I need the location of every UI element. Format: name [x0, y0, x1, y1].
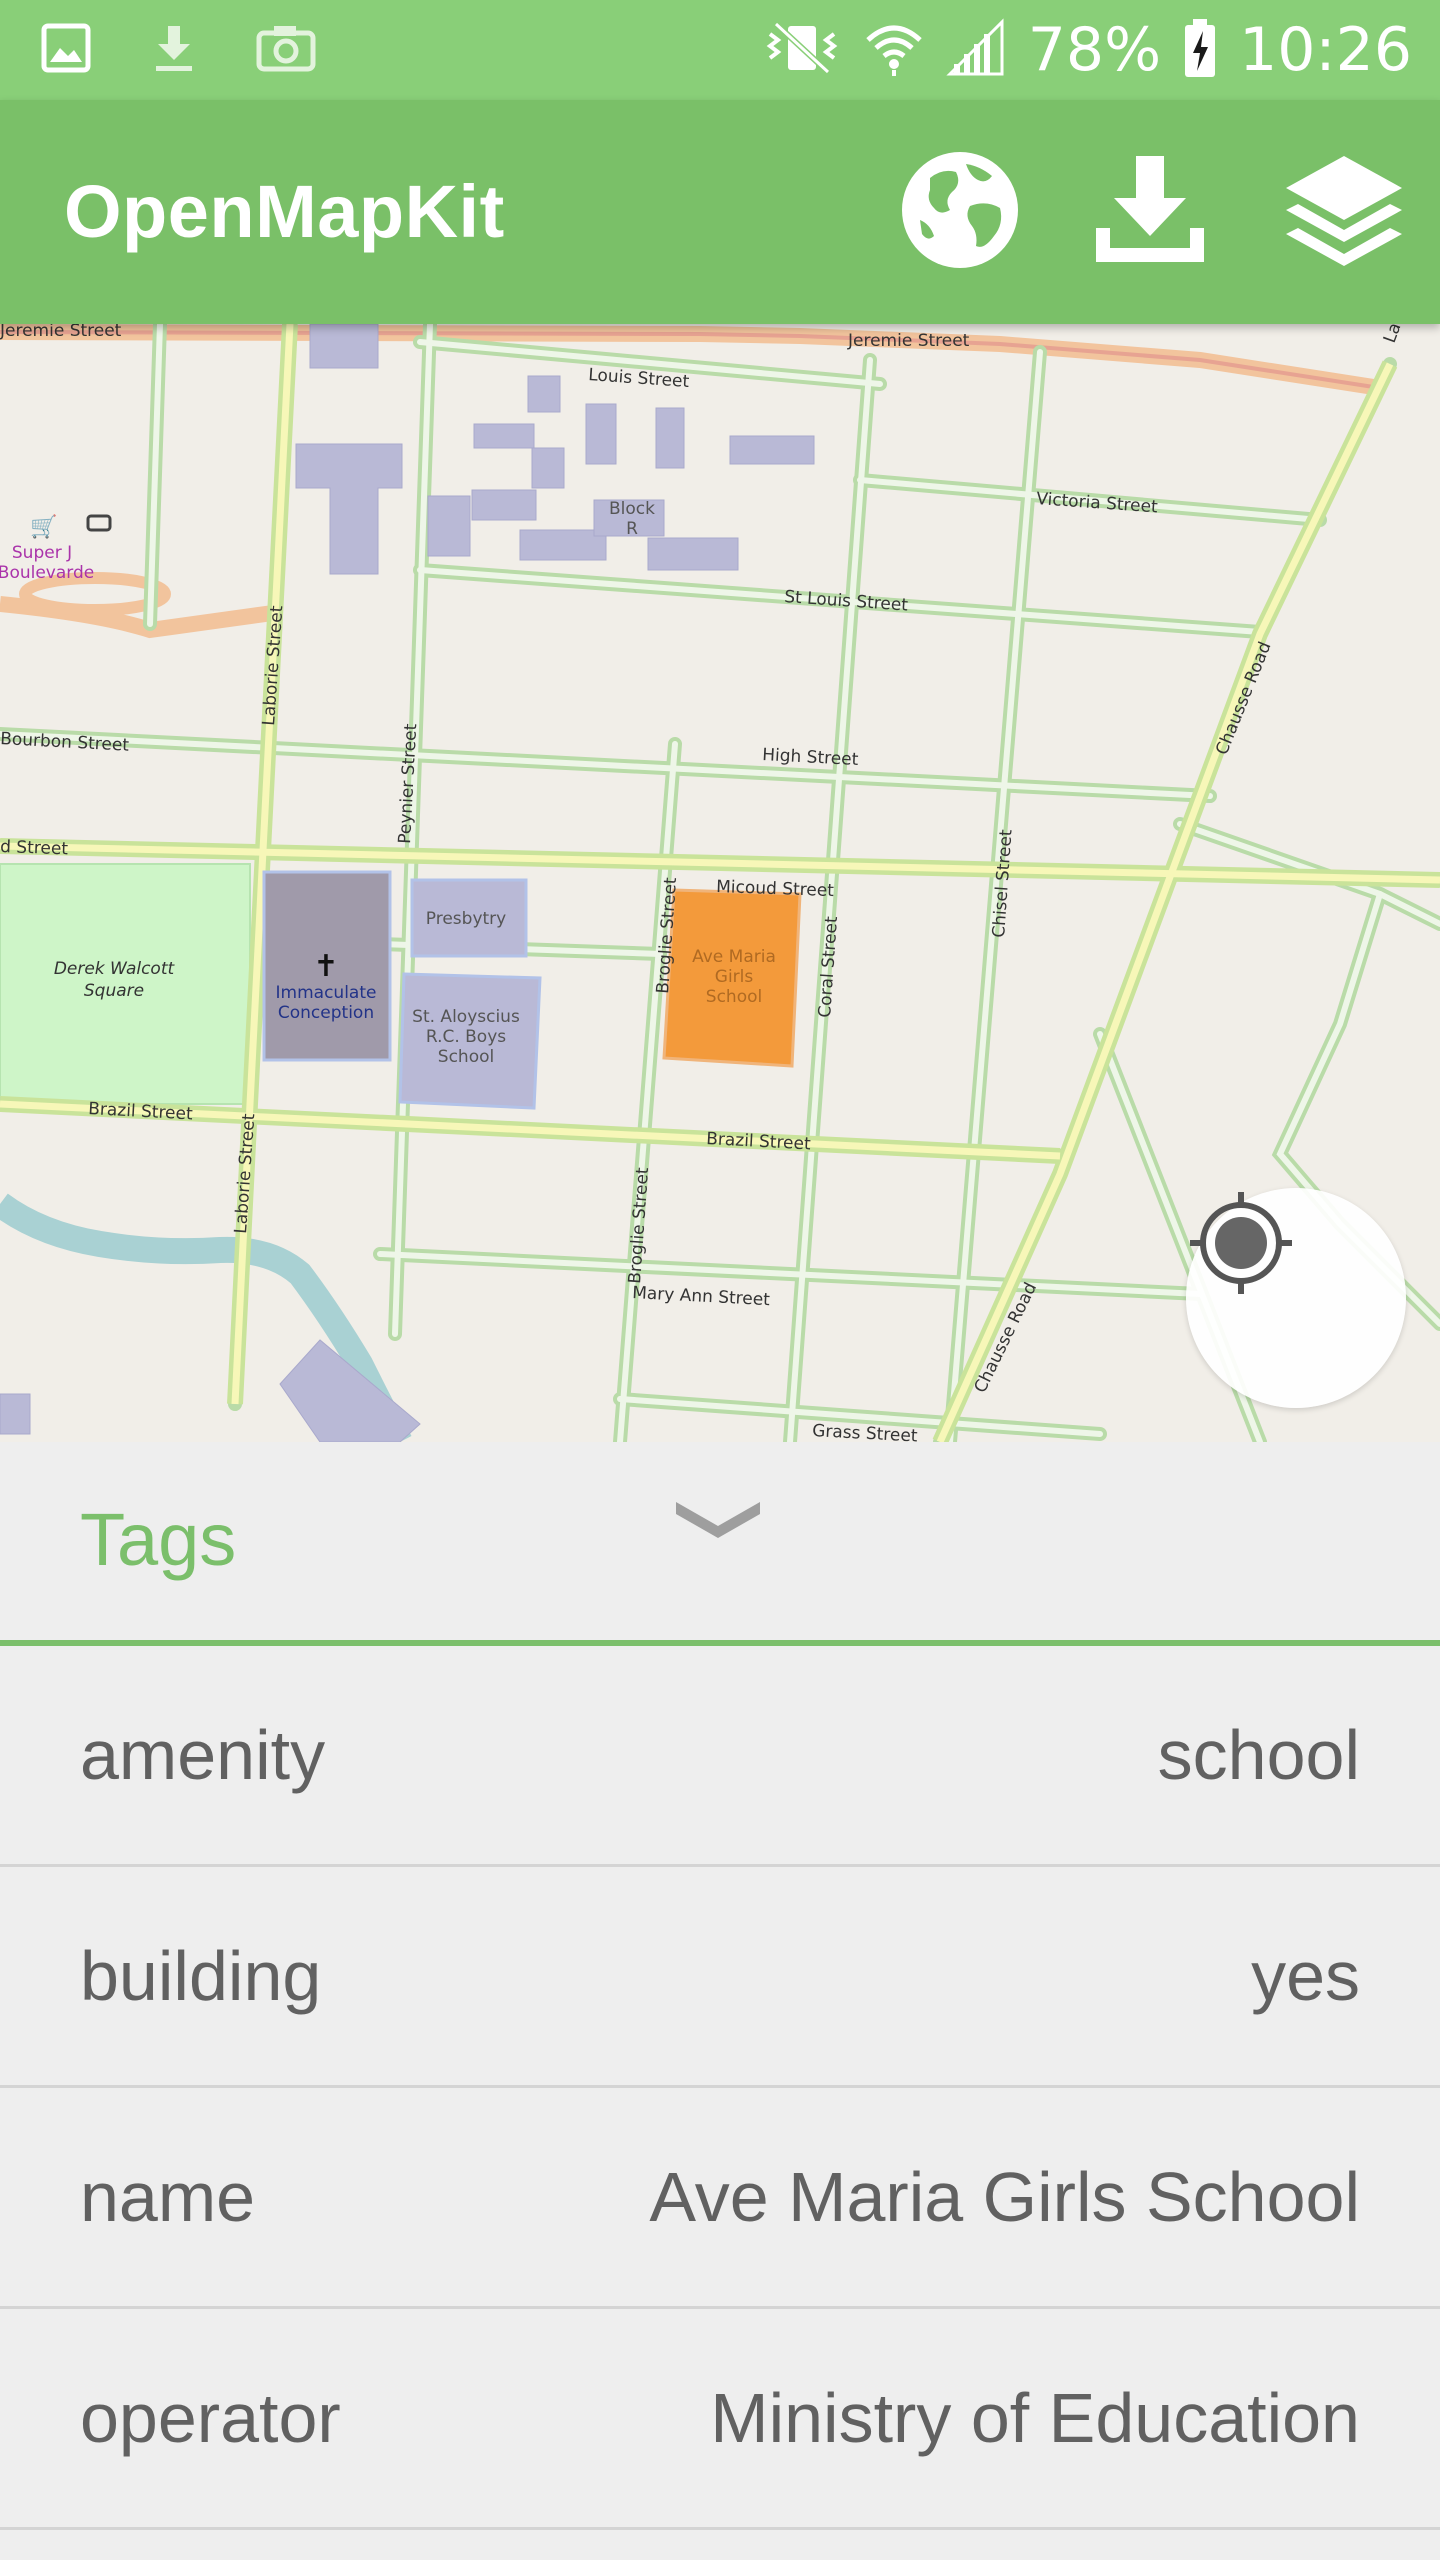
collapse-chevron-button[interactable] [670, 1494, 766, 1549]
tag-row[interactable]: amenity school [0, 1646, 1440, 1867]
street-label: St Louis Street [784, 587, 909, 616]
vibrate-mute-icon [762, 18, 842, 83]
download-button[interactable] [1088, 150, 1212, 274]
download-icon [1090, 150, 1210, 275]
wifi-icon [864, 18, 924, 83]
tag-row[interactable]: name Ave Maria Girls School [0, 2088, 1440, 2309]
tag-value: Ministry of Education [710, 2379, 1360, 2457]
tag-row[interactable]: building yes [0, 1867, 1440, 2088]
poi-label: School [438, 1047, 494, 1067]
poi-label: Square [84, 981, 144, 1001]
poi-label: St. Aloyscius [412, 1007, 520, 1027]
svg-text:✝: ✝ [313, 949, 338, 984]
tag-key: amenity [80, 1716, 326, 1794]
signal-icon [946, 17, 1006, 83]
basemap-button[interactable] [898, 150, 1022, 274]
my-location-button[interactable] [1186, 1188, 1406, 1408]
tag-value: school [1157, 1716, 1360, 1794]
poi-label: School [706, 987, 762, 1007]
app-bar: OpenMapKit [0, 100, 1440, 324]
poi-label: Boulevarde [0, 563, 94, 583]
tags-title: Tags [80, 1498, 237, 1581]
shop-cart-icon: 🛒 [30, 514, 57, 540]
street-label: Victoria Street [1036, 489, 1159, 517]
poi-label: Girls [715, 967, 754, 987]
status-bar: 78% 10:26 [0, 0, 1440, 100]
atm-icon [86, 514, 112, 532]
app-title: OpenMapKit [64, 170, 505, 253]
street-label: La [1380, 324, 1406, 346]
camera-notification-icon [256, 23, 316, 78]
poi-label: Block [609, 499, 655, 519]
tag-value: yes [1251, 1937, 1360, 2015]
layers-icon [1282, 148, 1406, 277]
tag-key: name [80, 2158, 256, 2236]
poi-label: Ave Maria [692, 947, 776, 967]
layers-button[interactable] [1282, 150, 1406, 274]
system-status: 78% 10:26 [762, 0, 1412, 100]
globe-icon [900, 150, 1020, 275]
poi-label: Super J [12, 543, 72, 563]
poi-label: Derek Walcott [54, 959, 176, 979]
chevron-down-icon [670, 1502, 766, 1548]
street-label: Micoud Street [716, 877, 835, 901]
street-label: Laborie Street [259, 605, 287, 727]
street-label: d Street [0, 837, 69, 859]
map-view[interactable]: ✝ 🛒 Jeremie Street Jeremie Street Louis … [0, 324, 1440, 1442]
street-label: Brazil Street [706, 1129, 812, 1154]
tag-value: Ave Maria Girls School [649, 2158, 1360, 2236]
street-label: High Street [762, 745, 859, 770]
poi-label: Presbytry [426, 909, 506, 929]
download-notification-icon [152, 22, 196, 79]
poi-label: Conception [278, 1003, 374, 1023]
tag-key: building [80, 1937, 322, 2015]
street-label: Jeremie Street [847, 331, 970, 351]
street-label: Mary Ann Street [632, 1283, 771, 1310]
clock: 10:26 [1239, 15, 1412, 85]
street-label: Jeremie Street [0, 324, 122, 341]
battery-percent: 78% [1027, 15, 1162, 85]
poi-label: Immaculate [276, 983, 377, 1003]
street-label: Brazil Street [88, 1099, 194, 1124]
poi-label: R [626, 519, 638, 539]
street-label: Laborie Street [231, 1113, 259, 1235]
poi-label: R.C. Boys [426, 1027, 506, 1047]
tag-row[interactable]: operator Ministry of Education [0, 2309, 1440, 2530]
gallery-notification-icon [40, 22, 92, 79]
tag-key: operator [80, 2379, 341, 2457]
street-label: Coral Street [815, 915, 842, 1018]
battery-charging-icon [1183, 17, 1217, 84]
notification-icons [40, 22, 316, 79]
